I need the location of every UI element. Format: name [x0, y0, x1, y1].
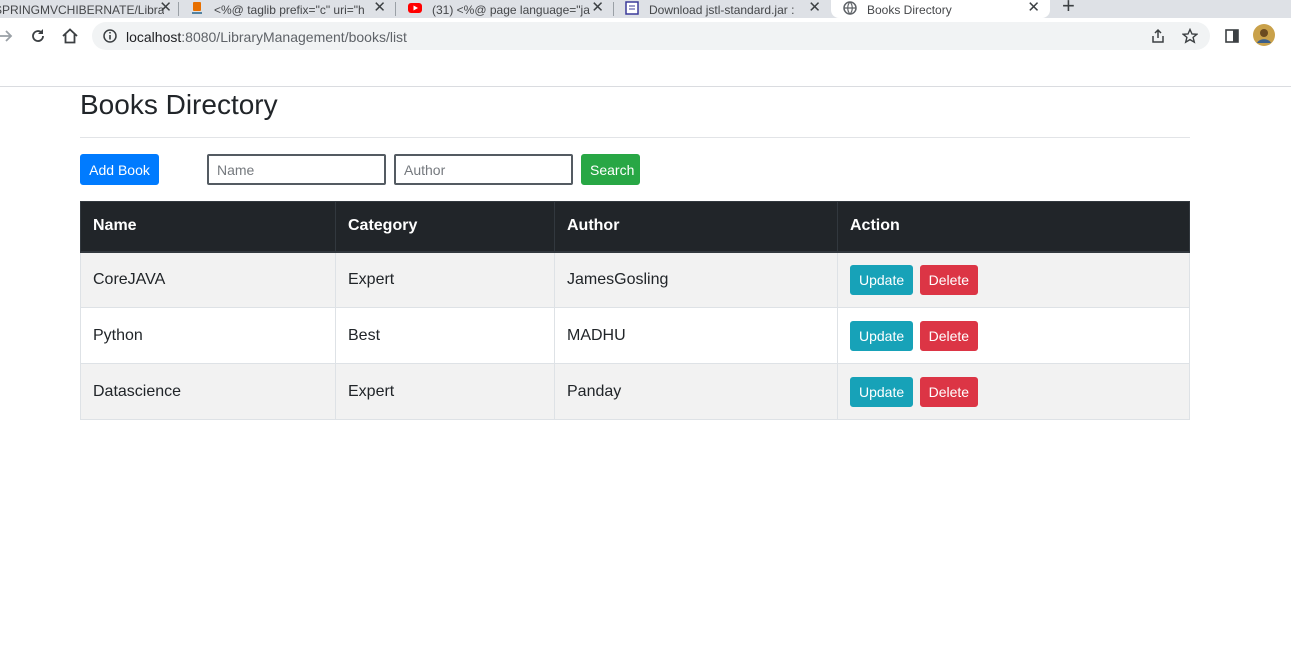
document-icon [625, 1, 639, 15]
tab-close-icon[interactable]: ✕ [159, 0, 172, 16]
tab-close-icon[interactable]: ✕ [1027, 0, 1040, 16]
address-bar[interactable]: localhost:8080/LibraryManagement/books/l… [92, 22, 1210, 50]
reload-icon[interactable] [26, 24, 50, 48]
delete-button[interactable]: Delete [919, 320, 979, 351]
book-category-cell: Best [335, 307, 555, 364]
tab-github[interactable]: SPRINGMVCHIBERNATE/Libra ✕ [0, 0, 172, 18]
book-category-cell: Expert [335, 251, 555, 308]
update-button[interactable]: Update [850, 376, 914, 407]
tab-title: SPRINGMVCHIBERNATE/Libra [0, 3, 165, 17]
table-row: CoreJAVA Expert JamesGosling Update Dele… [80, 251, 1190, 308]
search-button[interactable]: Search [581, 154, 640, 185]
globe-icon [843, 1, 857, 15]
update-button[interactable]: Update [850, 320, 914, 351]
column-header-author: Author [554, 201, 838, 253]
youtube-icon [408, 3, 422, 13]
page-title: Books Directory [80, 89, 278, 120]
book-author-cell: Panday [554, 363, 838, 420]
table-header-row: Name Category Author Action [80, 201, 1190, 253]
new-tab-icon[interactable]: + [1062, 0, 1075, 18]
title-divider [80, 137, 1190, 138]
tab-title: (31) <%@ page language="ja [432, 3, 590, 17]
book-name-cell: Python [80, 307, 336, 364]
tab-close-icon[interactable]: ✕ [808, 0, 821, 16]
tab-books-directory[interactable]: Books Directory ✕ [831, 0, 1050, 18]
profile-avatar-icon[interactable] [1253, 24, 1275, 46]
table-row: Datascience Expert Panday Update Delete [80, 363, 1190, 420]
browser-toolbar: localhost:8080/LibraryManagement/books/l… [0, 18, 1291, 55]
delete-button[interactable]: Delete [919, 376, 979, 407]
chrome-divider [0, 86, 1291, 87]
tab-separator [178, 2, 179, 16]
action-cell: Update Delete [837, 363, 1190, 420]
tab-title: Download jstl-standard.jar : [649, 3, 795, 17]
java-icon [192, 2, 202, 14]
tab-youtube[interactable]: (31) <%@ page language="ja ✕ [408, 0, 604, 18]
table-row: Python Best MADHU Update Delete [80, 307, 1190, 364]
delete-button[interactable]: Delete [919, 264, 979, 295]
bookmark-star-icon[interactable] [1182, 28, 1198, 44]
book-category-cell: Expert [335, 363, 555, 420]
tab-title: <%@ taglib prefix="c" uri="h [214, 3, 365, 17]
site-info-icon[interactable] [103, 29, 117, 43]
home-icon[interactable] [58, 24, 82, 48]
action-cell: Update Delete [837, 307, 1190, 364]
tab-strip: SPRINGMVCHIBERNATE/Libra ✕ <%@ taglib pr… [0, 0, 1291, 18]
tab-taglib[interactable]: <%@ taglib prefix="c" uri="h ✕ [190, 0, 386, 18]
book-author-cell: MADHU [554, 307, 838, 364]
side-panel-icon[interactable] [1224, 28, 1240, 44]
forward-icon[interactable] [0, 24, 18, 48]
url-host: localhost [126, 29, 182, 45]
url-text: localhost:8080/LibraryManagement/books/l… [126, 29, 407, 45]
share-icon[interactable] [1150, 28, 1166, 44]
books-table: Name Category Author Action CoreJAVA Exp… [80, 201, 1190, 420]
tab-separator [395, 2, 396, 16]
update-button[interactable]: Update [850, 264, 914, 295]
column-header-name: Name [80, 201, 336, 253]
tab-title: Books Directory [867, 3, 952, 17]
tab-separator [613, 2, 614, 16]
book-name-cell: CoreJAVA [80, 251, 336, 308]
column-header-category: Category [335, 201, 555, 253]
author-search-input[interactable] [394, 154, 573, 185]
action-cell: Update Delete [837, 251, 1190, 308]
name-search-input[interactable] [207, 154, 386, 185]
column-header-action: Action [837, 201, 1190, 253]
book-name-cell: Datascience [80, 363, 336, 420]
book-author-cell: JamesGosling [554, 251, 838, 308]
tab-jstl-download[interactable]: Download jstl-standard.jar : ✕ [625, 0, 821, 18]
add-book-button[interactable]: Add Book [80, 154, 159, 185]
url-path: :8080/LibraryManagement/books/list [181, 29, 407, 45]
tab-close-icon[interactable]: ✕ [373, 0, 386, 16]
tab-close-icon[interactable]: ✕ [591, 0, 604, 16]
